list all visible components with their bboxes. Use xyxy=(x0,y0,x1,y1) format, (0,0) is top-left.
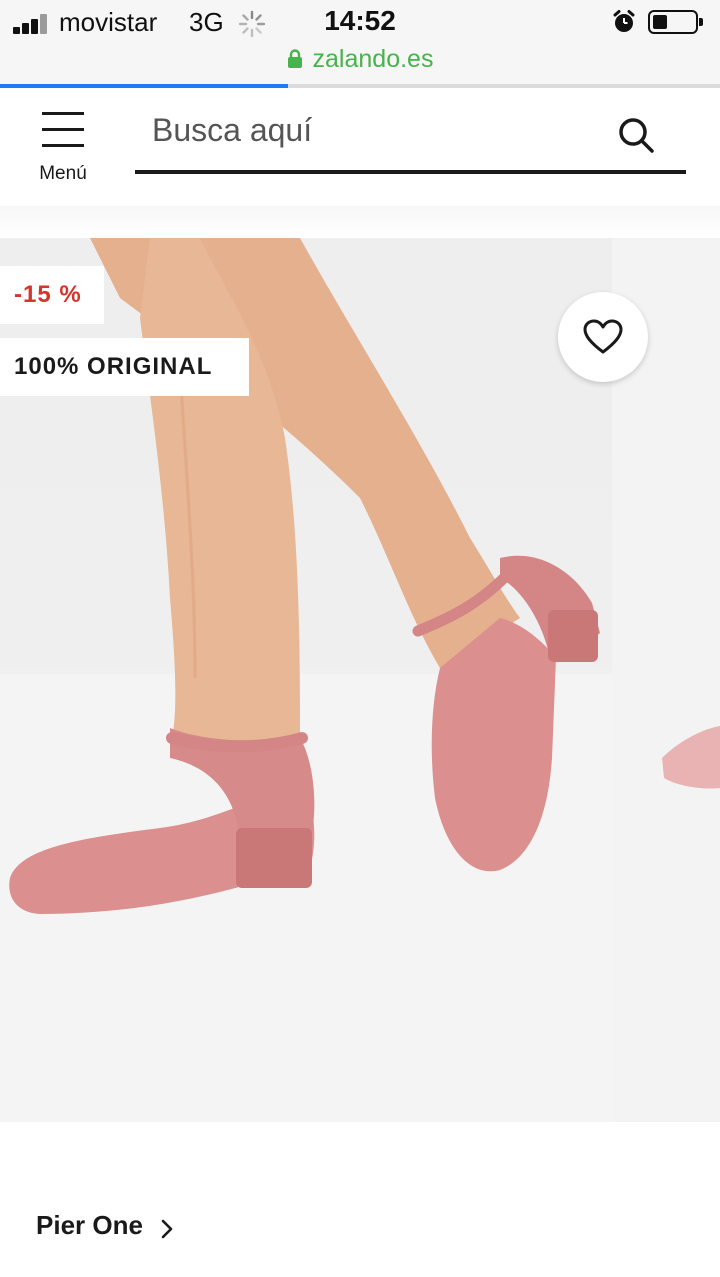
hamburger-icon xyxy=(42,112,84,115)
search-icon xyxy=(619,118,654,153)
search-button[interactable] xyxy=(612,112,660,160)
page-load-progress xyxy=(0,84,720,88)
menu-label: Menú xyxy=(39,163,87,184)
lock-icon xyxy=(287,49,302,68)
url-text: zalando.es xyxy=(312,45,434,73)
url-bar[interactable]: zalando.es xyxy=(0,45,720,74)
header-divider xyxy=(0,206,720,236)
search-input[interactable] xyxy=(152,106,592,154)
discount-badge: -15 % xyxy=(0,266,104,324)
menu-button[interactable]: Menú xyxy=(22,108,104,192)
alarm-icon xyxy=(613,10,635,32)
brand-link[interactable]: Pier One xyxy=(36,1210,143,1241)
battery-icon xyxy=(648,10,703,34)
heart-icon xyxy=(583,319,623,354)
search-underline xyxy=(135,170,686,174)
wishlist-button[interactable] xyxy=(558,292,648,382)
authenticity-badge: 100% ORIGINAL xyxy=(0,338,249,396)
status-bar: movistar 3G 14:52 zalando.es xyxy=(0,0,720,88)
chevron-right-icon[interactable] xyxy=(160,1219,174,1239)
